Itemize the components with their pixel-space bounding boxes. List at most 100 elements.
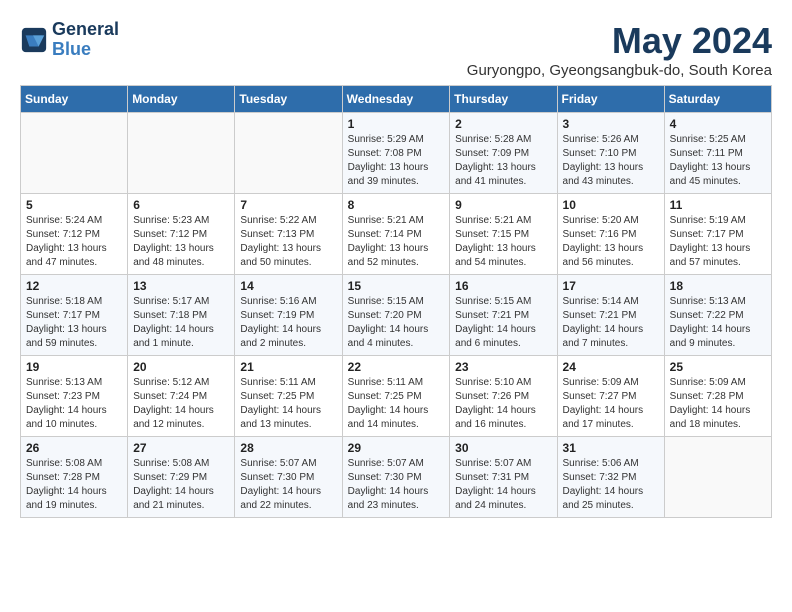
calendar-cell: 20 Sunrise: 5:12 AM Sunset: 7:24 PM Dayli… [128, 356, 235, 437]
calendar-cell: 11 Sunrise: 5:19 AM Sunset: 7:17 PM Dayli… [664, 194, 771, 275]
calendar-cell [664, 437, 771, 518]
day-info: Sunrise: 5:09 AM Sunset: 7:28 PM Dayligh… [670, 376, 766, 432]
calendar-cell: 29Sunrise: 5:07 AM Sunset: 7:30 PM Dayli… [342, 437, 450, 518]
calendar-cell: 24Sunrise: 5:09 AM Sunset: 7:27 PM Dayli… [557, 356, 664, 437]
calendar-cell: 1Sunrise: 5:29 AM Sunset: 7:08 PM Daylig… [342, 113, 450, 194]
day-info: Sunrise: 5:08 AM Sunset: 7:29 PM Dayligh… [133, 457, 229, 513]
day-number: 25 [670, 360, 766, 374]
calendar-cell: 2 Sunrise: 5:28 AM Sunset: 7:09 PM Daylig… [450, 113, 557, 194]
calendar-week-2: 5Sunrise: 5:24 AM Sunset: 7:12 PM Daylig… [21, 194, 772, 275]
calendar-week-5: 26 Sunrise: 5:08 AM Sunset: 7:28 PM Dayli… [21, 437, 772, 518]
calendar-cell: 8 Sunrise: 5:21 AM Sunset: 7:14 PM Daylig… [342, 194, 450, 275]
day-info: Sunrise: 5:25 AM Sunset: 7:11 PM Dayligh… [670, 133, 766, 189]
day-info: Sunrise: 5:20 AM Sunset: 7:16 PM Dayligh… [563, 214, 659, 270]
logo-line2: Blue [52, 40, 119, 60]
calendar-cell: 12Sunrise: 5:18 AM Sunset: 7:17 PM Dayli… [21, 275, 128, 356]
calendar-cell: 13 Sunrise: 5:17 AM Sunset: 7:18 PM Dayli… [128, 275, 235, 356]
calendar-cell: 28 Sunrise: 5:07 AM Sunset: 7:30 PM Dayli… [235, 437, 342, 518]
day-info: Sunrise: 5:07 AM Sunset: 7:30 PM Dayligh… [240, 457, 336, 513]
day-info: Sunrise: 5:11 AM Sunset: 7:25 PM Dayligh… [348, 376, 445, 432]
logo-icon [20, 26, 48, 54]
day-info: Sunrise: 5:07 AM Sunset: 7:31 PM Dayligh… [455, 457, 551, 513]
day-number: 8 [348, 198, 445, 212]
calendar-cell: 22Sunrise: 5:11 AM Sunset: 7:25 PM Dayli… [342, 356, 450, 437]
day-number: 2 [455, 117, 551, 131]
day-number: 21 [240, 360, 336, 374]
day-info: Sunrise: 5:13 AM Sunset: 7:23 PM Dayligh… [26, 376, 122, 432]
day-number: 14 [240, 279, 336, 293]
col-tuesday: Tuesday [235, 86, 342, 113]
calendar-cell: 3Sunrise: 5:26 AM Sunset: 7:10 PM Daylig… [557, 113, 664, 194]
day-number: 6 [133, 198, 229, 212]
calendar-header-row: Sunday Monday Tuesday Wednesday Thursday… [21, 86, 772, 113]
day-info: Sunrise: 5:26 AM Sunset: 7:10 PM Dayligh… [563, 133, 659, 189]
day-number: 11 [670, 198, 766, 212]
day-number: 20 [133, 360, 229, 374]
calendar-week-1: 1Sunrise: 5:29 AM Sunset: 7:08 PM Daylig… [21, 113, 772, 194]
logo: General Blue [20, 20, 119, 60]
calendar-cell: 18Sunrise: 5:13 AM Sunset: 7:22 PM Dayli… [664, 275, 771, 356]
day-info: Sunrise: 5:08 AM Sunset: 7:28 PM Dayligh… [26, 457, 122, 513]
col-friday: Friday [557, 86, 664, 113]
day-number: 4 [670, 117, 766, 131]
day-info: Sunrise: 5:21 AM Sunset: 7:14 PM Dayligh… [348, 214, 445, 270]
day-info: Sunrise: 5:10 AM Sunset: 7:26 PM Dayligh… [455, 376, 551, 432]
day-number: 7 [240, 198, 336, 212]
day-number: 30 [455, 441, 551, 455]
calendar-cell: 26 Sunrise: 5:08 AM Sunset: 7:28 PM Dayli… [21, 437, 128, 518]
day-info: Sunrise: 5:23 AM Sunset: 7:12 PM Dayligh… [133, 214, 229, 270]
calendar-cell [21, 113, 128, 194]
day-info: Sunrise: 5:28 AM Sunset: 7:09 PM Dayligh… [455, 133, 551, 189]
calendar-cell: 16 Sunrise: 5:15 AM Sunset: 7:21 PM Dayli… [450, 275, 557, 356]
day-info: Sunrise: 5:12 AM Sunset: 7:24 PM Dayligh… [133, 376, 229, 432]
calendar-cell: 14 Sunrise: 5:16 AM Sunset: 7:19 PM Dayli… [235, 275, 342, 356]
title-block: May 2024 Guryongpo, Gyeongsangbuk-do, So… [467, 20, 772, 79]
day-info: Sunrise: 5:16 AM Sunset: 7:19 PM Dayligh… [240, 295, 336, 351]
calendar-cell: 30 Sunrise: 5:07 AM Sunset: 7:31 PM Dayli… [450, 437, 557, 518]
day-number: 23 [455, 360, 551, 374]
calendar-cell: 21 Sunrise: 5:11 AM Sunset: 7:25 PM Dayli… [235, 356, 342, 437]
calendar-week-4: 19Sunrise: 5:13 AM Sunset: 7:23 PM Dayli… [21, 356, 772, 437]
day-info: Sunrise: 5:15 AM Sunset: 7:21 PM Dayligh… [455, 295, 551, 351]
calendar-cell: 25 Sunrise: 5:09 AM Sunset: 7:28 PM Dayli… [664, 356, 771, 437]
col-wednesday: Wednesday [342, 86, 450, 113]
day-info: Sunrise: 5:19 AM Sunset: 7:17 PM Dayligh… [670, 214, 766, 270]
month-title: May 2024 [467, 20, 772, 62]
day-info: Sunrise: 5:21 AM Sunset: 7:15 PM Dayligh… [455, 214, 551, 270]
calendar-cell [235, 113, 342, 194]
day-number: 26 [26, 441, 122, 455]
day-info: Sunrise: 5:17 AM Sunset: 7:18 PM Dayligh… [133, 295, 229, 351]
day-info: Sunrise: 5:14 AM Sunset: 7:21 PM Dayligh… [563, 295, 659, 351]
day-number: 24 [563, 360, 659, 374]
calendar-cell: 23 Sunrise: 5:10 AM Sunset: 7:26 PM Dayli… [450, 356, 557, 437]
day-info: Sunrise: 5:29 AM Sunset: 7:08 PM Dayligh… [348, 133, 445, 189]
calendar-week-3: 12Sunrise: 5:18 AM Sunset: 7:17 PM Dayli… [21, 275, 772, 356]
calendar-cell: 17 Sunrise: 5:14 AM Sunset: 7:21 PM Dayli… [557, 275, 664, 356]
calendar-cell: 15Sunrise: 5:15 AM Sunset: 7:20 PM Dayli… [342, 275, 450, 356]
day-number: 9 [455, 198, 551, 212]
day-number: 10 [563, 198, 659, 212]
col-monday: Monday [128, 86, 235, 113]
day-number: 18 [670, 279, 766, 293]
col-saturday: Saturday [664, 86, 771, 113]
day-number: 29 [348, 441, 445, 455]
day-number: 13 [133, 279, 229, 293]
day-number: 31 [563, 441, 659, 455]
calendar-cell [128, 113, 235, 194]
logo-text: General Blue [52, 20, 119, 60]
day-number: 27 [133, 441, 229, 455]
day-number: 17 [563, 279, 659, 293]
day-number: 5 [26, 198, 122, 212]
col-thursday: Thursday [450, 86, 557, 113]
calendar-cell: 6 Sunrise: 5:23 AM Sunset: 7:12 PM Daylig… [128, 194, 235, 275]
calendar-cell: 31 Sunrise: 5:06 AM Sunset: 7:32 PM Dayli… [557, 437, 664, 518]
day-number: 28 [240, 441, 336, 455]
day-info: Sunrise: 5:15 AM Sunset: 7:20 PM Dayligh… [348, 295, 445, 351]
day-number: 16 [455, 279, 551, 293]
page-header: General Blue May 2024 Guryongpo, Gyeongs… [20, 20, 772, 79]
calendar-cell: 4 Sunrise: 5:25 AM Sunset: 7:11 PM Daylig… [664, 113, 771, 194]
calendar-cell: 10 Sunrise: 5:20 AM Sunset: 7:16 PM Dayli… [557, 194, 664, 275]
day-info: Sunrise: 5:11 AM Sunset: 7:25 PM Dayligh… [240, 376, 336, 432]
day-info: Sunrise: 5:06 AM Sunset: 7:32 PM Dayligh… [563, 457, 659, 513]
day-number: 12 [26, 279, 122, 293]
